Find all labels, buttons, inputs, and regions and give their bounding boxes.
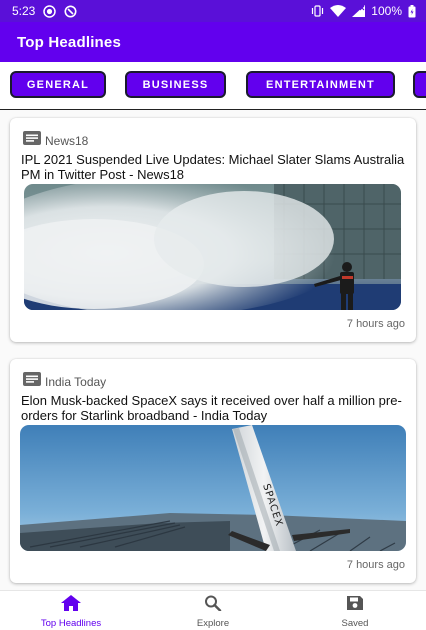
article-icon [23, 372, 41, 391]
nav-label: Top Headlines [40, 618, 102, 629]
sync-icon [64, 5, 77, 18]
news-feed[interactable]: News18 IPL 2021 Suspended Live Updates: … [0, 110, 426, 590]
article-title[interactable]: Elon Musk-backed SpaceX says it received… [21, 393, 409, 423]
battery-percent: 100% [371, 4, 402, 18]
article-time: 7 hours ago [346, 318, 405, 330]
stadium-fogging-photo[interactable] [24, 184, 401, 310]
wifi-icon [330, 5, 347, 17]
article-card[interactable]: News18 IPL 2021 Suspended Live Updates: … [10, 118, 416, 342]
chip-entertainment[interactable]: ENTERTAINMENT [246, 71, 395, 98]
nav-top-headlines[interactable]: Top Headlines [11, 595, 131, 629]
app-bar: Top Headlines [0, 22, 426, 62]
chip-business[interactable]: BUSINESS [125, 71, 226, 98]
article-source-row: News18 [23, 131, 88, 150]
article-title[interactable]: IPL 2021 Suspended Live Updates: Michael… [21, 152, 409, 182]
nav-saved[interactable]: Saved [295, 595, 415, 629]
search-icon [204, 595, 222, 616]
article-time: 7 hours ago [346, 559, 405, 571]
status-bar: 5:23 100% [0, 0, 426, 22]
status-time: 5:23 [12, 4, 36, 18]
article-source: News18 [45, 133, 89, 148]
save-icon [346, 595, 364, 616]
record-icon [43, 4, 57, 18]
signal-icon [352, 5, 366, 17]
nav-label: Saved [341, 618, 369, 629]
nav-explore[interactable]: Explore [153, 595, 273, 629]
category-chips: GENERAL BUSINESS ENTERTAINMENT [0, 62, 426, 110]
bottom-navigation: Top Headlines Explore Saved [0, 590, 426, 630]
spacex-rocket-photo[interactable]: SPACEX [20, 425, 406, 551]
nav-label: Explore [196, 618, 230, 629]
article-card[interactable]: India Today Elon Musk-backed SpaceX says… [10, 359, 416, 583]
chip-general[interactable]: GENERAL [10, 71, 106, 98]
article-source: India Today [45, 374, 107, 389]
app-title: Top Headlines [17, 33, 122, 51]
article-icon [23, 131, 41, 150]
battery-icon [408, 4, 416, 18]
vibrate-icon [311, 5, 324, 17]
article-source-row: India Today [23, 372, 106, 391]
home-icon [61, 595, 81, 616]
chip-next-category[interactable] [413, 71, 426, 98]
